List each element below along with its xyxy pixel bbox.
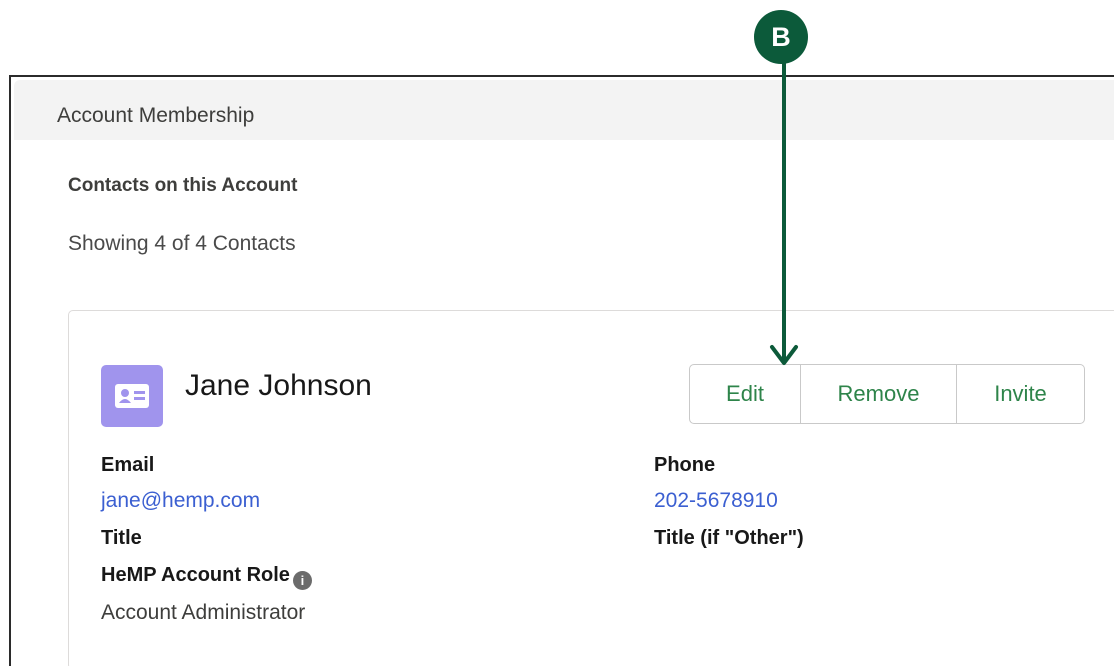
info-icon[interactable]: i	[292, 571, 312, 590]
role-label-row: HeMP Account Role i	[101, 564, 312, 590]
invite-button[interactable]: Invite	[957, 364, 1085, 424]
phone-label: Phone	[654, 454, 716, 476]
section-header: Account Membership	[14, 80, 1114, 140]
callout-arrow	[770, 55, 798, 365]
email-label: Email	[101, 454, 155, 476]
contacts-count-text: Showing 4 of 4 Contacts	[68, 232, 296, 255]
email-link[interactable]: jane@hemp.com	[101, 489, 260, 513]
callout-badge: B	[754, 10, 808, 64]
remove-button[interactable]: Remove	[801, 364, 957, 424]
role-label: HeMP Account Role	[101, 564, 290, 586]
section-title: Account Membership	[57, 104, 255, 127]
contacts-heading: Contacts on this Account	[68, 175, 298, 196]
role-value: Account Administrator	[101, 601, 306, 624]
screenshot-stage: Account Membership Contacts on this Acco…	[0, 0, 1114, 666]
contact-card: Jane Johnson Edit Remove Invite Email ja…	[68, 310, 1114, 666]
contact-card-icon	[101, 365, 163, 427]
phone-link[interactable]: 202-5678910	[654, 489, 778, 513]
contact-name[interactable]: Jane Johnson	[185, 369, 372, 403]
title-other-label: Title (if "Other")	[654, 527, 804, 549]
contact-actions: Edit Remove Invite	[689, 364, 1085, 426]
account-membership-panel: Account Membership Contacts on this Acco…	[9, 75, 1114, 666]
title-label: Title	[101, 527, 142, 549]
